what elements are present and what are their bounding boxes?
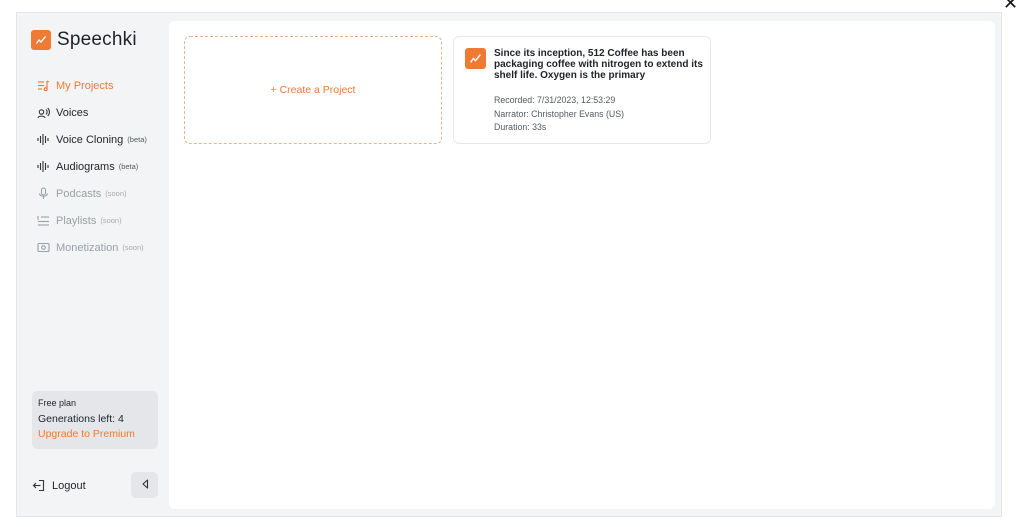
beta-badge: (beta) — [127, 135, 147, 144]
sidebar-item-playlists: Playlists (soon) — [37, 207, 147, 234]
create-project-label: + Create a Project — [270, 84, 356, 96]
sidebar-nav: My Projects Voices Voice Cloning (beta) … — [37, 72, 147, 261]
waveform-icon — [37, 133, 50, 146]
project-duration: Duration: 33s — [494, 122, 547, 132]
logout-label: Logout — [52, 479, 86, 492]
sidebar-item-voices[interactable]: Voices — [37, 99, 147, 126]
sidebar-item-my-projects[interactable]: My Projects — [37, 72, 147, 99]
plan-card: Free plan Generations left: 4 Upgrade to… — [32, 391, 158, 449]
soon-badge: (soon) — [122, 243, 144, 252]
sidebar-item-label: Podcasts — [56, 187, 102, 200]
project-title: Since its inception, 512 Coffee has been… — [494, 48, 703, 81]
logout-icon — [32, 479, 45, 492]
sidebar-item-label: My Projects — [56, 79, 114, 92]
sidebar: Speechki My Projects Voices Voice Clonin… — [17, 13, 169, 516]
sidebar-item-label: Monetization — [56, 241, 119, 254]
collapse-sidebar-button[interactable] — [131, 472, 158, 498]
sidebar-item-voice-cloning[interactable]: Voice Cloning (beta) — [37, 126, 147, 153]
sidebar-item-monetization: Monetization (soon) — [37, 234, 147, 261]
close-icon[interactable]: ✕ — [1003, 0, 1016, 12]
soon-badge: (soon) — [100, 216, 122, 225]
sidebar-item-label: Playlists — [56, 214, 97, 227]
app-name: Speechki — [57, 29, 137, 50]
sidebar-item-label: Voice Cloning — [56, 133, 124, 146]
project-card[interactable]: Since its inception, 512 Coffee has been… — [453, 36, 711, 144]
beta-badge: (beta) — [118, 162, 139, 171]
main-content: + Create a Project Since its inception, … — [169, 21, 995, 509]
sidebar-item-label: Audiograms — [56, 160, 115, 173]
music-list-icon — [37, 79, 50, 92]
waveform-icon — [37, 160, 50, 173]
microphone-icon — [37, 187, 50, 200]
create-project-button[interactable]: + Create a Project — [184, 36, 442, 144]
generations-left: Generations left: 4 — [38, 413, 124, 425]
project-logo-icon — [465, 48, 486, 69]
project-narrator: Narrator: Christopher Evans (US) — [494, 109, 625, 119]
logout-button[interactable]: Logout — [32, 479, 86, 492]
voice-icon — [37, 106, 50, 119]
logo[interactable]: Speechki — [31, 29, 137, 51]
sidebar-item-label: Voices — [56, 106, 89, 119]
playlist-icon — [37, 214, 50, 227]
soon-badge: (soon) — [105, 189, 127, 198]
project-recorded: Recorded: 7/31/2023, 12:53:29 — [494, 95, 616, 105]
sidebar-item-audiograms[interactable]: Audiograms (beta) — [37, 153, 147, 180]
sidebar-item-podcasts: Podcasts (soon) — [37, 180, 147, 207]
app-window: Speechki My Projects Voices Voice Clonin… — [16, 12, 1002, 517]
logo-icon — [31, 30, 51, 50]
plan-title: Free plan — [38, 398, 77, 408]
money-icon — [37, 241, 50, 254]
upgrade-link[interactable]: Upgrade to Premium — [38, 428, 152, 440]
collapse-left-icon — [141, 476, 149, 494]
